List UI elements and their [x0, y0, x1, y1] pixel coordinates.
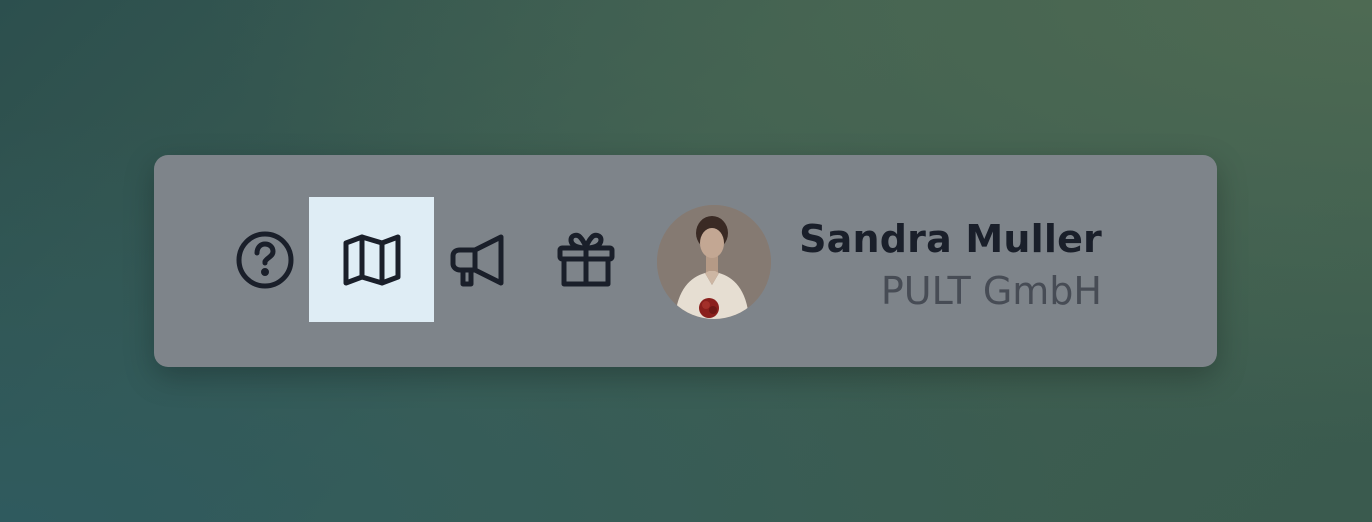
- question-circle-icon: [236, 231, 293, 288]
- user-company: PULT GmbH: [880, 269, 1102, 313]
- user-avatar-photo: [657, 205, 771, 319]
- gift-icon: [557, 232, 614, 286]
- avatar[interactable]: [657, 205, 771, 319]
- gifts-button[interactable]: [523, 197, 648, 322]
- megaphone-icon: [450, 234, 503, 286]
- announcements-button[interactable]: [415, 197, 540, 322]
- user-name: Sandra Muller: [799, 217, 1102, 261]
- user-toolbar: Sandra Muller PULT GmbH: [154, 155, 1217, 367]
- map-icon: [343, 234, 400, 285]
